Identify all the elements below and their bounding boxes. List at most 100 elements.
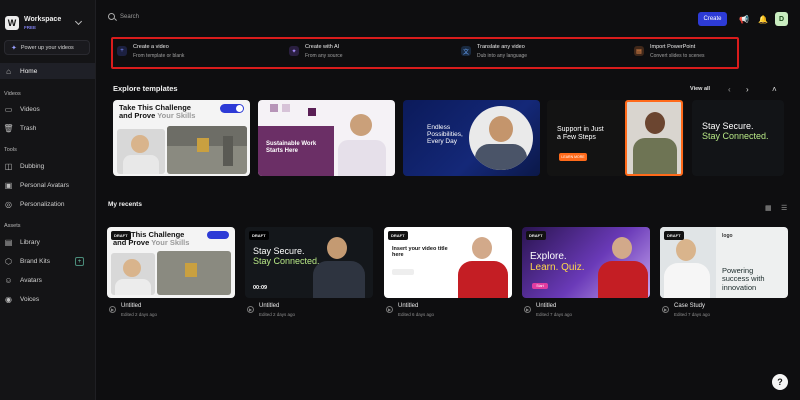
recent-video-meta: ▶ Untitled Edited 6 days ago [384, 303, 434, 317]
video-date: Edited 7 days ago [536, 312, 573, 317]
video-date: Edited 2 days ago [259, 312, 296, 317]
create-with-ai-action[interactable]: ✦ Create with AI From any source [289, 44, 343, 59]
add-brand-kit-icon[interactable]: + [75, 257, 84, 266]
template-card[interactable]: Endless Possibilities, Every Day [403, 100, 540, 176]
voice-icon: ◉ [5, 294, 12, 304]
video-icon: ▶ [109, 306, 116, 313]
dubbing-icon: ◫ [4, 161, 13, 171]
template-card[interactable]: Take This Challenge and Prove Your Skill… [113, 100, 250, 176]
recent-video-meta: ▶ Untitled Edited 2 days ago [245, 303, 295, 317]
sidebar-item-label: Personalization [20, 200, 65, 208]
sparkle-icon: ✦ [289, 46, 299, 56]
chevron-left-icon[interactable]: ‹ [728, 85, 731, 94]
create-video-action[interactable]: + Create a video From template or blank [117, 44, 184, 59]
chevron-down-icon [74, 17, 83, 26]
workspace-avatar: W [5, 16, 19, 30]
import-powerpoint-action[interactable]: ▤ Import PowerPoint Convert slides to sc… [634, 44, 704, 59]
template-title: Sustainable Work Starts Here [266, 141, 317, 154]
view-all-link[interactable]: View all [690, 86, 710, 92]
toggle-badge [220, 104, 244, 113]
recent-video-card[interactable]: DRAFT Explore. Learn. Quiz. Start [522, 227, 650, 298]
video-title: Untitled [259, 303, 280, 309]
video-icon: ▶ [662, 306, 669, 313]
draft-badge: DRAFT [526, 231, 546, 240]
template-card[interactable]: Support in Just a Few Steps LEARN MORE [547, 100, 684, 176]
recent-video-card[interactable]: DRAFT This Challenge and Prove Your Skil… [107, 227, 235, 298]
workspace-name: Workspace [24, 15, 62, 23]
video-title: Untitled [536, 303, 557, 309]
quick-actions: + Create a video From template or blank … [111, 37, 739, 69]
thumbnail-title: Insert your video title here [392, 246, 448, 259]
sidebar-item-trash[interactable]: 🗑 Trash [3, 122, 92, 134]
recent-video-card[interactable]: DRAFT Stay Secure. Stay Connected. 00:09 [245, 227, 373, 298]
sidebar-item-dubbing[interactable]: ◫ Dubbing [4, 160, 92, 172]
recent-video-card[interactable]: DRAFT logo Powering success with innovat… [660, 227, 788, 298]
search-input[interactable]: Search [108, 13, 139, 20]
collapse-icon[interactable]: ˄ [772, 85, 777, 94]
recent-video-meta: ▶ Untitled Edited 7 days ago [522, 303, 572, 317]
avatar-presenter [625, 100, 683, 176]
sidebar-item-avatars[interactable]: ☺ Avatars [4, 274, 92, 286]
explore-templates-title: Explore templates [113, 84, 178, 93]
library-icon: ▤ [4, 237, 13, 247]
draft-badge: DRAFT [388, 231, 408, 240]
avatars-icon: ☺ [4, 275, 13, 285]
template-title: Support in Just a Few Steps [557, 126, 604, 141]
thumbnail-title: Stay Secure. Stay Connected. [253, 246, 320, 266]
video-date: Edited 6 days ago [398, 312, 435, 317]
action-subtitle: Convert slides to scenes [650, 53, 705, 59]
user-avatar[interactable]: D [775, 12, 788, 26]
sidebar-item-label: Home [20, 67, 38, 75]
avatar-presenter [350, 114, 372, 136]
template-card[interactable]: Stay Secure. Stay Connected. [692, 100, 784, 176]
workspace-switcher[interactable]: W Workspace FREE [3, 12, 93, 34]
sidebar-item-label: Brand Kits [20, 257, 50, 265]
sidebar-item-library[interactable]: ▤ Library [4, 236, 92, 248]
video-title: Untitled [398, 303, 419, 309]
create-button[interactable]: Create [698, 12, 727, 26]
sidebar-item-label: Dubbing [20, 162, 45, 170]
video-title: Untitled [121, 303, 142, 309]
thumbnail-title: This Challenge and Prove Your Skills [113, 230, 190, 248]
template-card[interactable]: Sustainable Work Starts Here [258, 100, 395, 176]
sidebar-item-brand-kits[interactable]: ⬡ Brand Kits + [4, 255, 92, 267]
sidebar-item-personal-avatars[interactable]: ▣ Personal Avatars [4, 179, 92, 191]
action-title: Create a video [133, 44, 169, 50]
translate-video-action[interactable]: 文 Translate any video Dub into any langu… [461, 44, 527, 59]
sparkle-icon: ✦ [11, 44, 17, 52]
personalization-icon: ◎ [5, 199, 12, 209]
action-subtitle: From any source [305, 53, 343, 59]
thumbnail-title: Explore. Learn. Quiz. [530, 251, 585, 273]
list-view-icon[interactable]: ☰ [781, 204, 788, 212]
section-assets: Assets [4, 223, 21, 229]
sidebar-item-label: Personal Avatars [20, 181, 70, 189]
bell-icon[interactable]: 🔔 [758, 14, 768, 24]
slides-icon: ▤ [634, 46, 644, 56]
chevron-right-icon[interactable]: › [746, 85, 749, 94]
trash-icon: 🗑 [3, 123, 14, 133]
video-icon: ▶ [247, 306, 254, 313]
search-icon [108, 13, 115, 20]
help-button[interactable]: ? [772, 374, 788, 390]
draft-badge: DRAFT [664, 231, 684, 240]
sidebar-item-label: Trash [20, 124, 37, 132]
sidebar-item-videos[interactable]: ▭ Videos [4, 103, 92, 115]
recent-video-meta: ▶ Case Study Edited 7 days ago [660, 303, 710, 317]
sidebar-item-home[interactable]: ⌂ Home [0, 63, 95, 79]
search-placeholder: Search [120, 13, 140, 20]
power-up-button[interactable]: ✦ Power up your videos [4, 40, 90, 55]
action-title: Import PowerPoint [650, 44, 696, 50]
recent-video-card[interactable]: DRAFT Insert your video title here [384, 227, 512, 298]
power-up-label: Power up your videos [20, 44, 74, 51]
video-icon: ▶ [524, 306, 531, 313]
action-subtitle: Dub into any language [477, 53, 528, 59]
grid-view-icon[interactable]: ▦ [765, 204, 772, 212]
sidebar-item-label: Avatars [20, 276, 42, 284]
template-title: Take This Challenge and Prove Your Skill… [119, 103, 196, 121]
sidebar-item-personalization[interactable]: ◎ Personalization [4, 198, 92, 210]
template-title: Endless Possibilities, Every Day [427, 124, 463, 146]
video-icon: ▭ [4, 104, 13, 114]
megaphone-icon[interactable]: 📢 [739, 14, 749, 24]
sidebar-item-voices[interactable]: ◉ Voices [4, 293, 92, 305]
workspace-plan: FREE [24, 24, 37, 30]
